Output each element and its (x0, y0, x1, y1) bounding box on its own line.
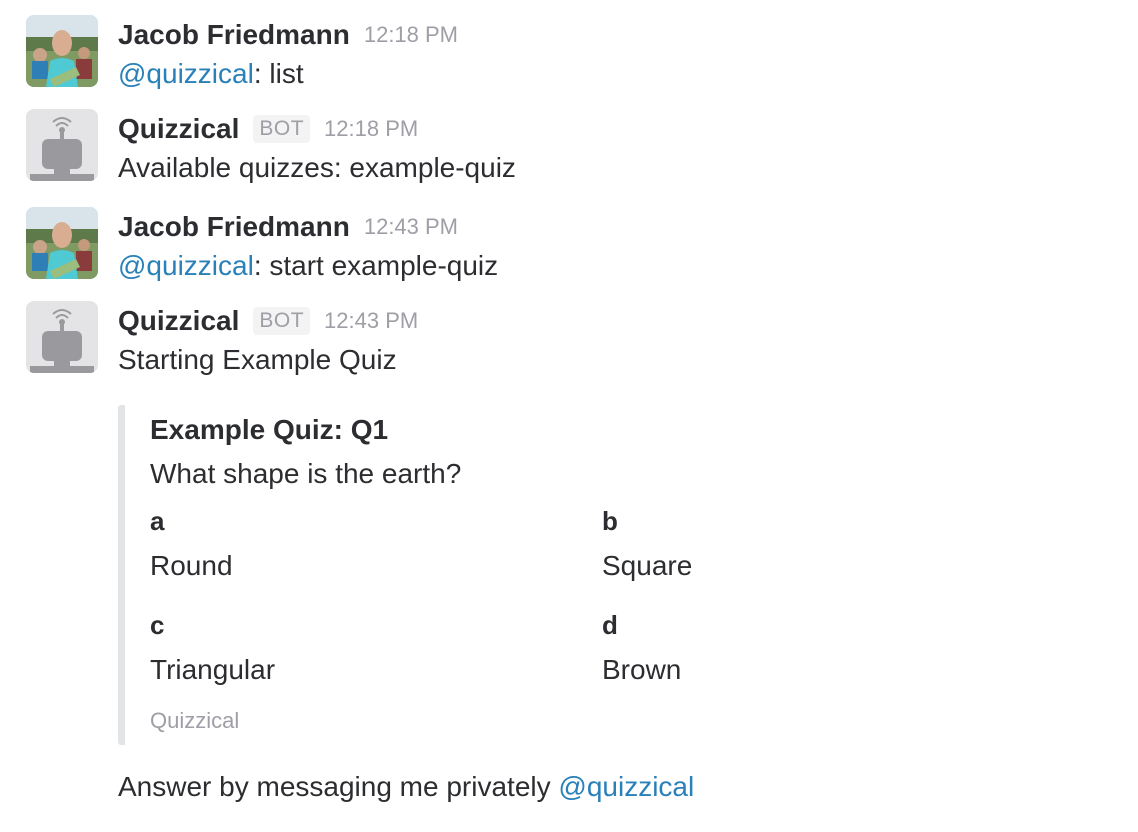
message-text: @quizzical: list (118, 55, 1116, 93)
message-header: Jacob Friedmann 12:18 PM (118, 15, 1116, 55)
attachment-text: What shape is the earth? (150, 458, 462, 489)
user-avatar[interactable] (26, 15, 98, 87)
quiz-attachment: Example Quiz: Q1 What shape is the earth… (118, 405, 1085, 745)
bot-badge: BOT (253, 307, 311, 335)
mention-link[interactable]: @quizzical (558, 771, 694, 802)
field-title: a (150, 506, 165, 536)
bot-avatar[interactable] (26, 301, 98, 373)
message-body: Quizzical BOT 12:18 PM Available quizzes… (118, 109, 1116, 187)
field-b: b Square (602, 503, 1002, 585)
attachment-footer: Quizzical (150, 708, 240, 733)
author-name[interactable]: Jacob Friedmann (118, 211, 350, 243)
field-title: b (602, 506, 618, 536)
field-value: Round (150, 550, 233, 581)
author-name[interactable]: Jacob Friedmann (118, 19, 350, 51)
message-body: Jacob Friedmann 12:43 PM @quizzical: sta… (118, 207, 1116, 285)
field-a: a Round (150, 503, 550, 585)
message-body: Quizzical BOT 12:43 PM Starting Example … (118, 301, 1116, 379)
robot-icon (26, 301, 98, 373)
timestamp[interactable]: 12:18 PM (324, 116, 418, 142)
mention-link[interactable]: @quizzical (118, 58, 254, 89)
field-title: c (150, 610, 165, 640)
user-avatar[interactable] (26, 207, 98, 279)
field-value: Square (602, 550, 693, 581)
message-content: : list (253, 58, 304, 89)
field-value: Triangular (150, 654, 276, 685)
message-text: Available quizzes: example-quiz (118, 152, 516, 183)
field-value: Brown (602, 654, 682, 685)
bot-badge: BOT (253, 115, 311, 143)
closing-message: Answer by messaging me privately @quizzi… (118, 768, 694, 806)
timestamp[interactable]: 12:18 PM (364, 22, 458, 48)
timestamp[interactable]: 12:43 PM (364, 214, 458, 240)
message-content: : start example-quiz (253, 250, 499, 281)
closing-text: Answer by messaging me privately (118, 771, 559, 802)
field-title: d (602, 610, 618, 640)
message-text: @quizzical: start example-quiz (118, 247, 1116, 285)
message-header: Quizzical BOT 12:43 PM (118, 301, 1116, 341)
field-d: d Brown (602, 607, 1002, 689)
attachment-title: Example Quiz: Q1 (150, 414, 389, 445)
bot-avatar[interactable] (26, 109, 98, 181)
author-name[interactable]: Quizzical (118, 305, 239, 337)
message-text: Starting Example Quiz (118, 344, 397, 375)
message-header: Quizzical BOT 12:18 PM (118, 109, 1116, 149)
timestamp[interactable]: 12:43 PM (324, 308, 418, 334)
message-header: Jacob Friedmann 12:43 PM (118, 207, 1116, 247)
field-c: c Triangular (150, 607, 550, 689)
author-name[interactable]: Quizzical (118, 113, 239, 145)
robot-icon (26, 109, 98, 181)
message-body: Jacob Friedmann 12:18 PM @quizzical: lis… (118, 15, 1116, 93)
mention-link[interactable]: @quizzical (118, 250, 254, 281)
